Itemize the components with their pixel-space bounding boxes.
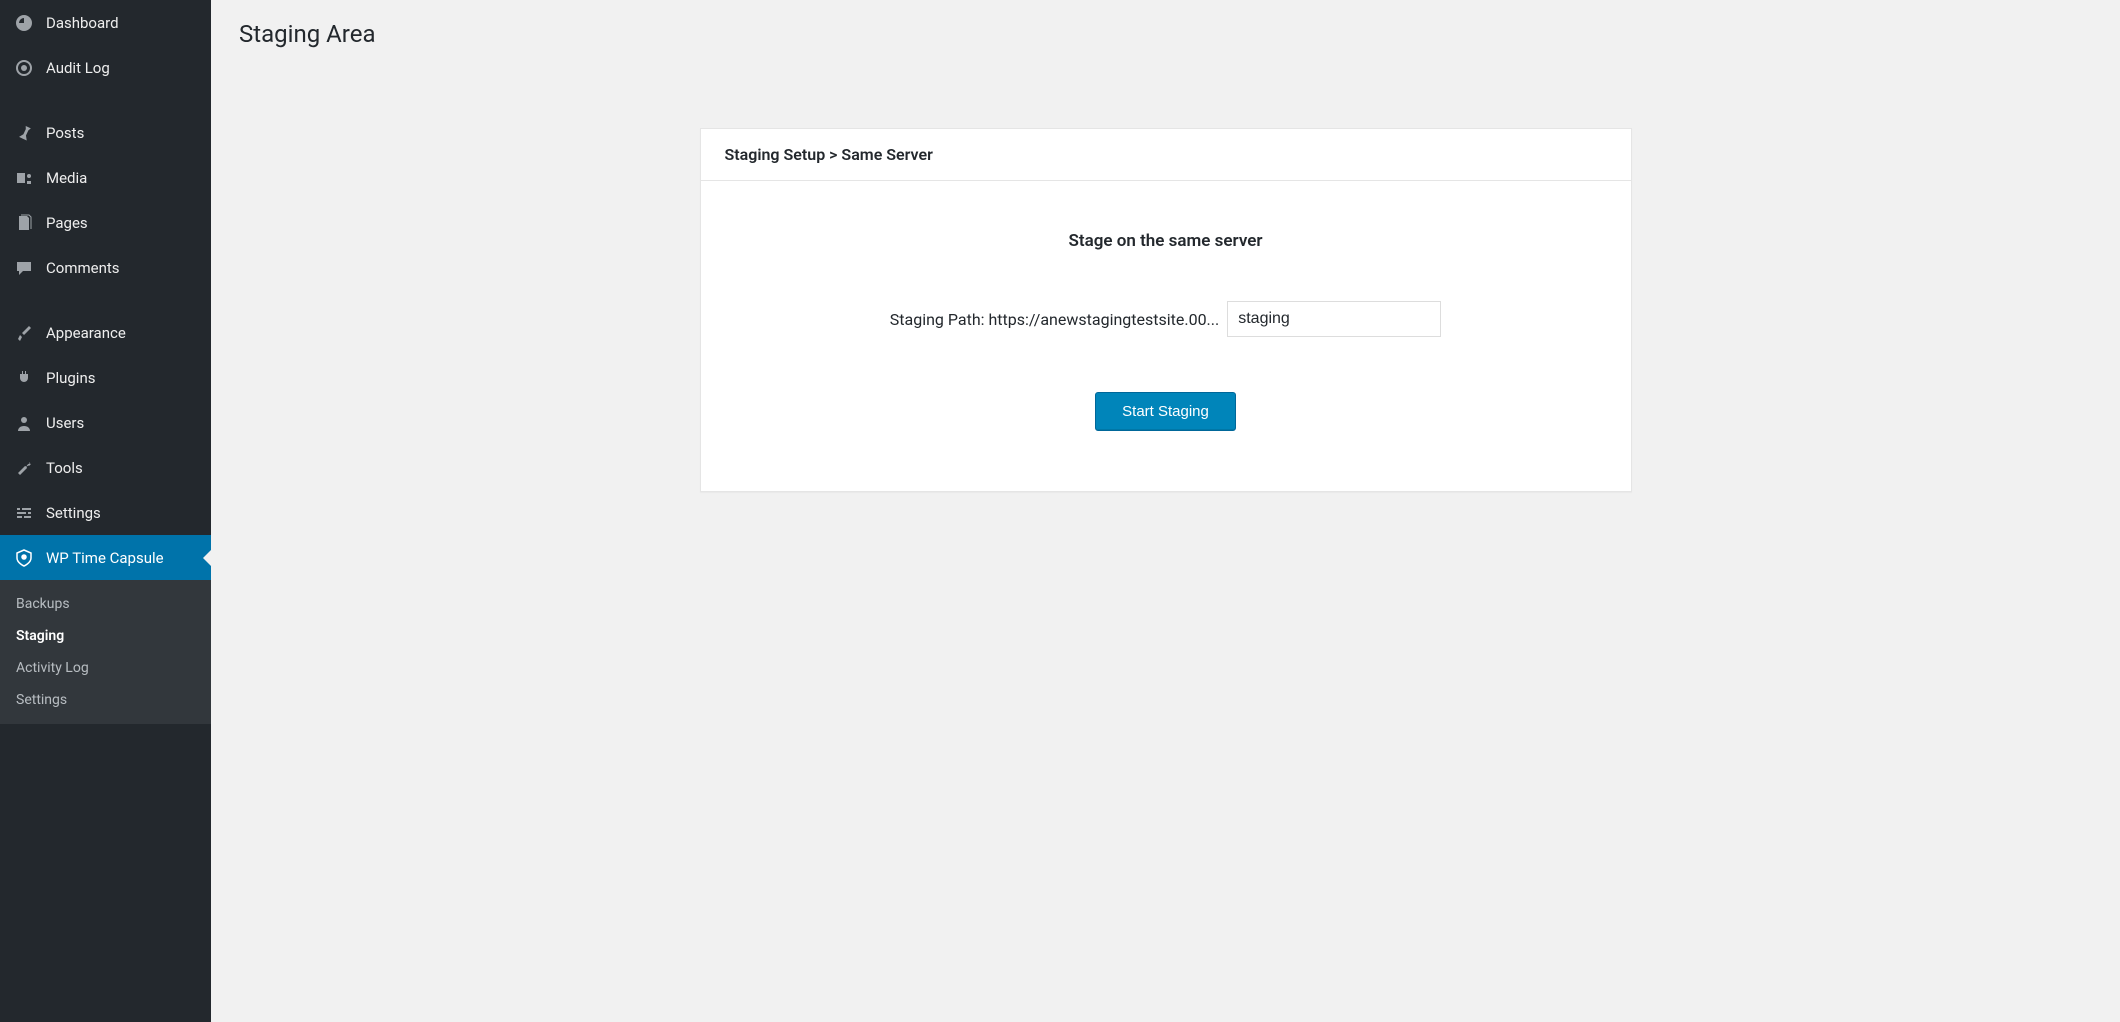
- staging-path-label: Staging Path: https://anewstagingtestsit…: [890, 310, 1219, 329]
- sidebar-subitem-staging[interactable]: Staging: [0, 620, 211, 652]
- plug-icon: [12, 366, 36, 390]
- sidebar-item-media[interactable]: Media: [0, 155, 211, 200]
- sidebar-item-plugins[interactable]: Plugins: [0, 355, 211, 400]
- card-header: Staging Setup > Same Server: [701, 129, 1631, 181]
- sidebar-separator: [0, 90, 211, 110]
- sidebar-item-label: Users: [46, 414, 84, 432]
- sidebar-separator: [0, 290, 211, 310]
- admin-sidebar: Dashboard Audit Log Posts Media Pages Co…: [0, 0, 211, 1022]
- start-staging-button[interactable]: Start Staging: [1095, 392, 1236, 431]
- sidebar-item-label: Posts: [46, 124, 84, 142]
- staging-card: Staging Setup > Same Server Stage on the…: [700, 128, 1632, 492]
- sidebar-item-posts[interactable]: Posts: [0, 110, 211, 155]
- sidebar-item-label: Settings: [46, 504, 101, 522]
- sidebar-item-label: WP Time Capsule: [46, 549, 164, 567]
- audit-log-icon: [12, 56, 36, 80]
- sliders-icon: [12, 501, 36, 525]
- main-area: Staging Area Staging Setup > Same Server…: [211, 0, 2120, 1022]
- sidebar-item-label: Audit Log: [46, 59, 110, 77]
- sidebar-item-dashboard[interactable]: Dashboard: [0, 0, 211, 45]
- media-icon: [12, 166, 36, 190]
- page-title: Staging Area: [239, 20, 2092, 48]
- pin-icon: [12, 121, 36, 145]
- sidebar-item-settings[interactable]: Settings: [0, 490, 211, 535]
- wrench-icon: [12, 456, 36, 480]
- sidebar-submenu: Backups Staging Activity Log Settings: [0, 580, 211, 724]
- user-icon: [12, 411, 36, 435]
- dashboard-icon: [12, 11, 36, 35]
- sidebar-item-label: Pages: [46, 214, 88, 232]
- sidebar-item-wp-time-capsule[interactable]: WP Time Capsule: [0, 535, 211, 580]
- sidebar-item-label: Dashboard: [46, 14, 119, 32]
- card-body: Stage on the same server Staging Path: h…: [701, 181, 1631, 491]
- pages-icon: [12, 211, 36, 235]
- sidebar-item-label: Comments: [46, 259, 120, 277]
- sidebar-item-pages[interactable]: Pages: [0, 200, 211, 245]
- comments-icon: [12, 256, 36, 280]
- sidebar-item-users[interactable]: Users: [0, 400, 211, 445]
- sidebar-item-comments[interactable]: Comments: [0, 245, 211, 290]
- brush-icon: [12, 321, 36, 345]
- sidebar-item-label: Media: [46, 169, 87, 187]
- sidebar-subitem-settings[interactable]: Settings: [0, 684, 211, 716]
- sidebar-item-label: Tools: [46, 459, 83, 477]
- shield-icon: [12, 546, 36, 570]
- sidebar-item-label: Appearance: [46, 324, 126, 342]
- card-subtitle: Stage on the same server: [725, 231, 1607, 251]
- staging-path-row: Staging Path: https://anewstagingtestsit…: [725, 301, 1607, 337]
- sidebar-item-appearance[interactable]: Appearance: [0, 310, 211, 355]
- sidebar-item-tools[interactable]: Tools: [0, 445, 211, 490]
- sidebar-item-label: Plugins: [46, 369, 95, 387]
- sidebar-subitem-activity-log[interactable]: Activity Log: [0, 652, 211, 684]
- staging-path-input[interactable]: [1227, 301, 1441, 337]
- sidebar-item-audit-log[interactable]: Audit Log: [0, 45, 211, 90]
- sidebar-subitem-backups[interactable]: Backups: [0, 588, 211, 620]
